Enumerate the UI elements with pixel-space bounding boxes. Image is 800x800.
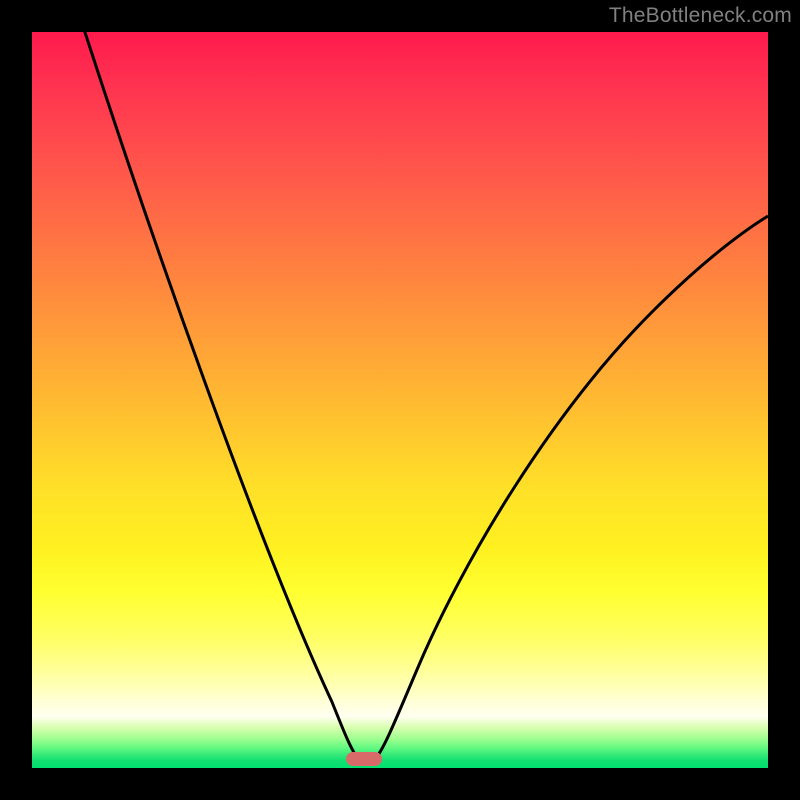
watermark-text: TheBottleneck.com — [609, 4, 792, 28]
left-branch-curve — [72, 32, 358, 758]
chart-frame: TheBottleneck.com — [0, 0, 800, 800]
right-branch-curve — [376, 216, 768, 758]
curve-layer — [32, 32, 768, 768]
optimal-marker — [346, 752, 382, 766]
plot-area — [32, 32, 768, 768]
